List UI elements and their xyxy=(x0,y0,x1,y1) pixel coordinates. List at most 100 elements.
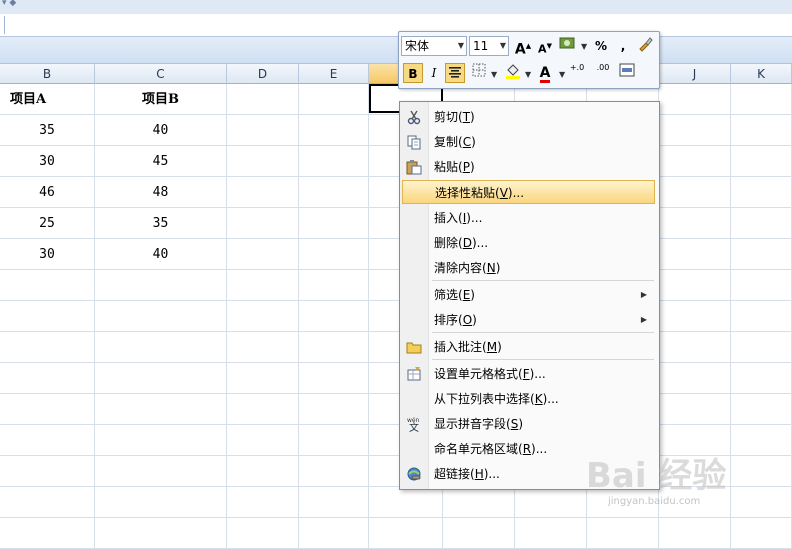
empty-cell[interactable] xyxy=(227,518,299,549)
grow-font-button[interactable]: A▲ xyxy=(513,36,533,58)
font-size-combo[interactable]: 11 ▼ xyxy=(469,36,509,56)
table-cell[interactable] xyxy=(0,456,95,487)
empty-cell[interactable] xyxy=(227,270,299,301)
table-cell[interactable] xyxy=(0,301,95,332)
empty-cell[interactable] xyxy=(731,146,792,177)
empty-cell[interactable] xyxy=(731,332,792,363)
table-cell[interactable] xyxy=(0,270,95,301)
table-cell[interactable] xyxy=(0,518,95,549)
empty-cell[interactable] xyxy=(659,239,731,270)
merge-center-button[interactable] xyxy=(617,63,637,83)
empty-cell[interactable] xyxy=(299,425,369,456)
table-cell[interactable] xyxy=(0,487,95,518)
empty-cell[interactable] xyxy=(659,363,731,394)
empty-cell[interactable] xyxy=(227,394,299,425)
table-cell[interactable]: 30 xyxy=(0,146,95,177)
empty-cell[interactable] xyxy=(659,208,731,239)
empty-cell[interactable] xyxy=(227,487,299,518)
menu-item-1[interactable]: 复制(C) xyxy=(402,130,655,154)
empty-cell[interactable] xyxy=(369,487,443,518)
menu-item-7[interactable]: 筛选(E) ▶ xyxy=(402,283,655,307)
empty-cell[interactable] xyxy=(299,270,369,301)
column-header-b[interactable]: B xyxy=(0,64,95,84)
empty-cell[interactable] xyxy=(659,518,731,549)
empty-cell[interactable] xyxy=(299,518,369,549)
empty-cell[interactable] xyxy=(299,301,369,332)
table-cell[interactable] xyxy=(0,332,95,363)
empty-cell[interactable] xyxy=(731,456,792,487)
table-cell[interactable] xyxy=(95,487,227,518)
table-cell[interactable]: 25 xyxy=(0,208,95,239)
table-cell[interactable] xyxy=(95,518,227,549)
empty-cell[interactable] xyxy=(227,425,299,456)
empty-cell[interactable] xyxy=(299,456,369,487)
empty-cell[interactable] xyxy=(369,518,443,549)
increase-decimal-button[interactable]: +.0 xyxy=(567,63,587,83)
empty-cell[interactable] xyxy=(227,301,299,332)
empty-cell[interactable] xyxy=(659,394,731,425)
empty-cell[interactable] xyxy=(659,177,731,208)
decrease-decimal-button[interactable]: .00 xyxy=(593,63,613,83)
table-cell[interactable] xyxy=(95,270,227,301)
empty-cell[interactable] xyxy=(299,363,369,394)
empty-cell[interactable] xyxy=(515,487,587,518)
empty-cell[interactable] xyxy=(731,208,792,239)
empty-cell[interactable] xyxy=(659,115,731,146)
column-header-j[interactable]: J xyxy=(659,64,731,84)
empty-cell[interactable] xyxy=(731,239,792,270)
column-header-k[interactable]: K xyxy=(731,64,792,84)
empty-cell[interactable] xyxy=(227,84,299,115)
menu-item-12[interactable]: wén 文显示拼音字段(S) xyxy=(402,412,655,436)
table-cell[interactable] xyxy=(0,363,95,394)
table-cell[interactable] xyxy=(95,332,227,363)
empty-cell[interactable] xyxy=(731,363,792,394)
menu-item-2[interactable]: 粘贴(P) xyxy=(402,155,655,179)
menu-item-0[interactable]: 剪切(T) xyxy=(402,105,655,129)
table-cell[interactable]: 48 xyxy=(95,177,227,208)
empty-cell[interactable] xyxy=(731,425,792,456)
empty-cell[interactable] xyxy=(227,177,299,208)
empty-cell[interactable] xyxy=(299,394,369,425)
empty-cell[interactable] xyxy=(299,146,369,177)
menu-item-11[interactable]: 从下拉列表中选择(K)... xyxy=(402,387,655,411)
percent-button[interactable]: % xyxy=(591,36,611,56)
font-name-combo[interactable]: 宋体 ▼ xyxy=(401,36,467,56)
bold-button[interactable]: B xyxy=(403,63,423,83)
empty-cell[interactable] xyxy=(299,332,369,363)
empty-cell[interactable] xyxy=(659,146,731,177)
menu-item-5[interactable]: 删除(D)... xyxy=(402,231,655,255)
table-cell[interactable]: 30 xyxy=(0,239,95,270)
table-cell[interactable] xyxy=(95,394,227,425)
empty-cell[interactable] xyxy=(227,239,299,270)
empty-cell[interactable] xyxy=(731,270,792,301)
empty-cell[interactable] xyxy=(659,270,731,301)
quick-access-glyph[interactable]: ▾ ◆ xyxy=(2,0,16,8)
empty-cell[interactable] xyxy=(227,363,299,394)
empty-cell[interactable] xyxy=(299,84,369,115)
empty-cell[interactable] xyxy=(731,177,792,208)
table-cell[interactable]: 46 xyxy=(0,177,95,208)
empty-cell[interactable] xyxy=(731,84,792,115)
table-cell[interactable]: 45 xyxy=(95,146,227,177)
comma-button[interactable]: , xyxy=(613,36,633,56)
shrink-font-button[interactable]: A▼ xyxy=(535,36,555,56)
empty-cell[interactable] xyxy=(587,518,659,549)
fill-color-button[interactable] xyxy=(503,63,523,83)
table-cell[interactable]: 35 xyxy=(95,208,227,239)
empty-cell[interactable] xyxy=(443,487,515,518)
menu-item-9[interactable]: 插入批注(M) xyxy=(402,335,655,359)
table-cell[interactable]: 40 xyxy=(95,115,227,146)
accounting-format-button[interactable] xyxy=(557,36,577,56)
table-cell[interactable] xyxy=(0,425,95,456)
menu-item-6[interactable]: 清除内容(N) xyxy=(402,256,655,280)
empty-cell[interactable] xyxy=(659,84,731,115)
menu-item-10[interactable]: 设置单元格格式(F)... xyxy=(402,362,655,386)
empty-cell[interactable] xyxy=(299,239,369,270)
empty-cell[interactable] xyxy=(227,115,299,146)
formula-bar[interactable] xyxy=(0,14,792,37)
empty-cell[interactable] xyxy=(227,208,299,239)
menu-item-8[interactable]: 排序(O) ▶ xyxy=(402,308,655,332)
empty-cell[interactable] xyxy=(659,301,731,332)
empty-cell[interactable] xyxy=(443,518,515,549)
empty-cell[interactable] xyxy=(731,115,792,146)
